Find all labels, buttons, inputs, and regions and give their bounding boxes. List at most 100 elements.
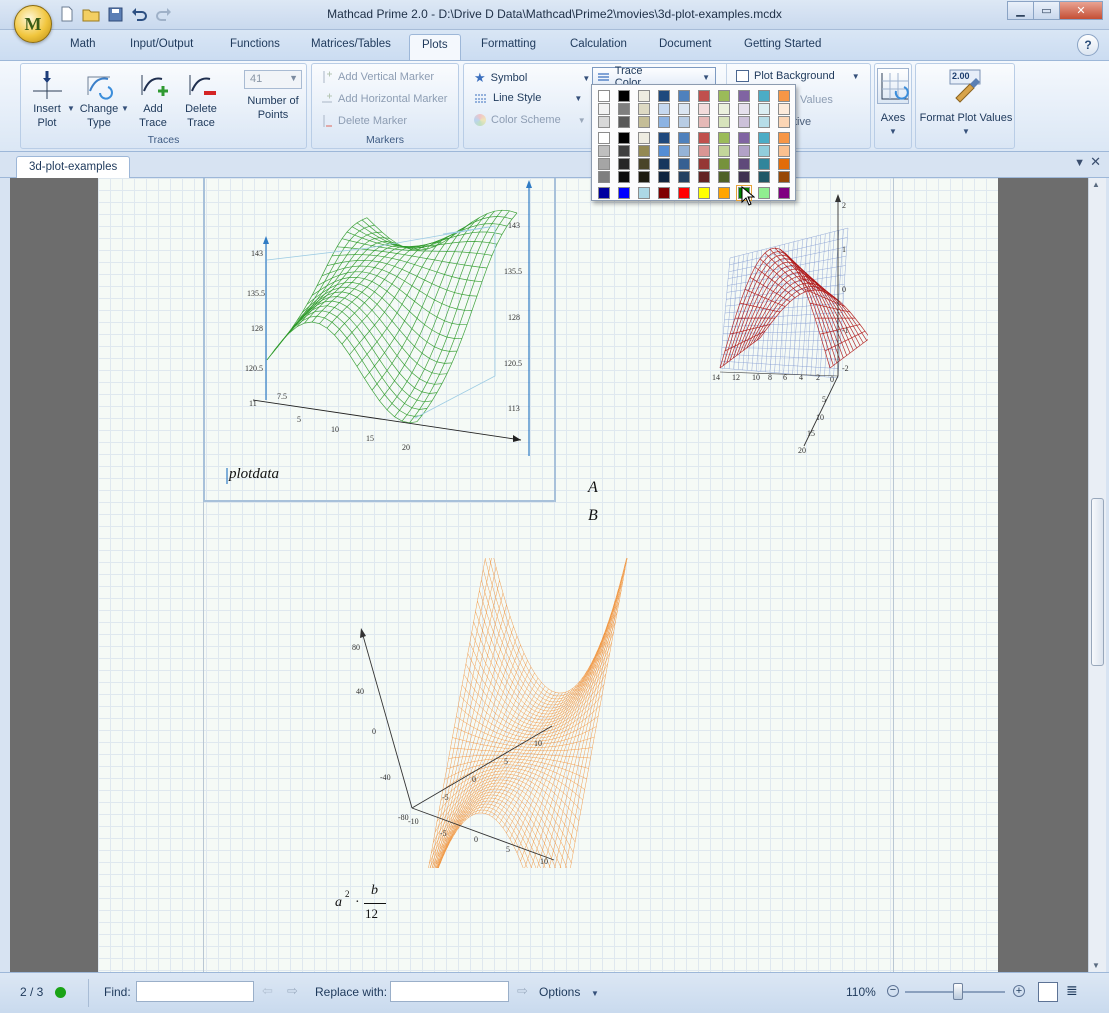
zoom-slider-thumb[interactable] xyxy=(953,983,963,1000)
zoom-in-icon[interactable]: + xyxy=(1013,985,1025,997)
chevron-down-icon[interactable]: ▼ xyxy=(591,989,599,998)
color-swatch[interactable] xyxy=(658,132,670,144)
color-swatch[interactable] xyxy=(758,116,770,128)
color-swatch[interactable] xyxy=(658,103,670,115)
color-swatch[interactable] xyxy=(598,145,610,157)
relative-button[interactable]: tive xyxy=(794,116,811,128)
color-swatch[interactable] xyxy=(758,171,770,183)
color-swatch[interactable] xyxy=(778,132,790,144)
color-swatch[interactable] xyxy=(638,132,650,144)
format-plot-values-button[interactable]: Format Plot Values xyxy=(916,112,1016,124)
tab-formatting[interactable]: Formatting xyxy=(481,38,536,50)
color-swatch[interactable] xyxy=(678,103,690,115)
axes-button[interactable]: Axes xyxy=(875,112,911,124)
color-swatch[interactable] xyxy=(658,116,670,128)
color-swatch[interactable] xyxy=(738,132,750,144)
color-swatch[interactable] xyxy=(778,171,790,183)
color-swatch[interactable] xyxy=(598,103,610,115)
insert-plot-button[interactable]: Insert Plot xyxy=(25,68,69,130)
color-swatch[interactable] xyxy=(778,158,790,170)
color-swatch[interactable] xyxy=(758,187,770,199)
color-swatch[interactable] xyxy=(778,187,790,199)
color-swatch[interactable] xyxy=(718,158,730,170)
color-swatch[interactable] xyxy=(678,145,690,157)
color-swatch[interactable] xyxy=(678,171,690,183)
tab-3d-plot-examples[interactable]: 3d-plot-examples xyxy=(16,156,131,178)
add-trace-button[interactable]: Add Trace xyxy=(131,68,175,130)
insert-plot-dropdown-icon[interactable]: ▼ xyxy=(67,104,75,113)
maximize-icon[interactable]: ▭ xyxy=(1033,1,1060,20)
color-swatch[interactable] xyxy=(678,90,690,102)
tab-functions[interactable]: Functions xyxy=(230,38,280,50)
replace-icon[interactable]: ⇨ xyxy=(517,983,528,999)
delete-marker-button[interactable]: Delete Marker xyxy=(321,114,407,128)
color-swatch[interactable] xyxy=(638,116,650,128)
color-swatch[interactable] xyxy=(718,103,730,115)
green-surface-plot[interactable]: 143 135.5 128 120.5 11 7.5 5 10 15 20 14… xyxy=(203,178,556,502)
chevron-down-icon[interactable]: ▼ xyxy=(962,127,970,136)
color-swatch[interactable] xyxy=(598,187,610,199)
color-swatch[interactable] xyxy=(778,116,790,128)
axes-icon[interactable] xyxy=(877,68,909,104)
plot2-label-a[interactable]: A xyxy=(588,479,598,497)
color-swatch[interactable] xyxy=(778,103,790,115)
tab-list-dropdown-icon[interactable]: ▼ xyxy=(1074,157,1085,169)
find-next-icon[interactable]: ⇨ xyxy=(287,983,298,999)
color-swatch[interactable] xyxy=(698,90,710,102)
replace-input[interactable] xyxy=(390,981,509,1002)
color-swatch[interactable] xyxy=(678,158,690,170)
color-swatch[interactable] xyxy=(618,132,630,144)
number-of-points-input[interactable]: 41 ▼ xyxy=(244,70,302,89)
color-swatch[interactable] xyxy=(718,145,730,157)
help-icon[interactable]: ? xyxy=(1077,34,1099,56)
draft-view-icon[interactable]: ≣ xyxy=(1066,982,1078,999)
color-swatch[interactable] xyxy=(718,90,730,102)
color-swatch[interactable] xyxy=(738,116,750,128)
format-plot-values-icon[interactable]: 2.00 xyxy=(948,68,982,104)
color-swatch[interactable] xyxy=(638,158,650,170)
color-swatch[interactable] xyxy=(778,90,790,102)
chevron-down-icon[interactable]: ▼ xyxy=(889,127,897,136)
find-input[interactable] xyxy=(136,981,254,1002)
tab-getting-started[interactable]: Getting Started xyxy=(744,38,821,50)
plot-background-button[interactable]: Plot Background ▼ xyxy=(736,70,860,82)
color-swatch[interactable] xyxy=(698,132,710,144)
color-swatch[interactable] xyxy=(698,116,710,128)
color-swatch[interactable] xyxy=(618,158,630,170)
tab-plots[interactable]: Plots xyxy=(409,34,461,61)
color-swatch[interactable] xyxy=(718,132,730,144)
color-swatch[interactable] xyxy=(758,103,770,115)
worksheet-page[interactable]: 143 135.5 128 120.5 11 7.5 5 10 15 20 14… xyxy=(98,178,998,972)
find-previous-icon[interactable]: ⇦ xyxy=(262,983,273,999)
color-swatch[interactable] xyxy=(698,187,710,199)
color-swatch[interactable] xyxy=(598,116,610,128)
vertical-scrollbar[interactable]: ▲ ▼ xyxy=(1088,178,1106,972)
color-swatch[interactable] xyxy=(618,187,630,199)
color-swatch[interactable] xyxy=(638,171,650,183)
close-icon[interactable]: ✕ xyxy=(1059,1,1103,20)
color-swatch[interactable] xyxy=(638,90,650,102)
tab-input-output[interactable]: Input/Output xyxy=(130,38,193,50)
color-swatch[interactable] xyxy=(698,145,710,157)
tab-calculation[interactable]: Calculation xyxy=(570,38,627,50)
scroll-down-icon[interactable]: ▼ xyxy=(1092,961,1100,970)
color-swatch[interactable] xyxy=(658,158,670,170)
color-swatch[interactable] xyxy=(698,103,710,115)
show-values-button[interactable]: Values xyxy=(800,94,833,106)
color-swatch[interactable] xyxy=(618,90,630,102)
app-menu-button[interactable]: M xyxy=(14,5,52,43)
color-swatch[interactable] xyxy=(738,90,750,102)
close-document-icon[interactable]: ✕ xyxy=(1090,154,1101,170)
color-swatch[interactable] xyxy=(698,171,710,183)
plot1-axis-label[interactable]: plotdata xyxy=(229,466,279,483)
change-type-button[interactable]: Change Type xyxy=(77,68,121,130)
color-swatch[interactable] xyxy=(718,116,730,128)
symbol-button[interactable]: ★ Symbol ▼ xyxy=(474,70,590,86)
color-swatch[interactable] xyxy=(638,145,650,157)
color-swatch[interactable] xyxy=(738,145,750,157)
scroll-up-icon[interactable]: ▲ xyxy=(1092,180,1100,189)
options-button[interactable]: Options xyxy=(539,985,580,999)
add-vertical-marker-button[interactable]: Add Vertical Marker xyxy=(321,70,434,84)
red-blue-surface-plot[interactable]: 2 1 0 -1 -2 14 12 10 8 6 4 2 0 5 10 15 2… xyxy=(608,188,868,458)
color-swatch[interactable] xyxy=(738,171,750,183)
